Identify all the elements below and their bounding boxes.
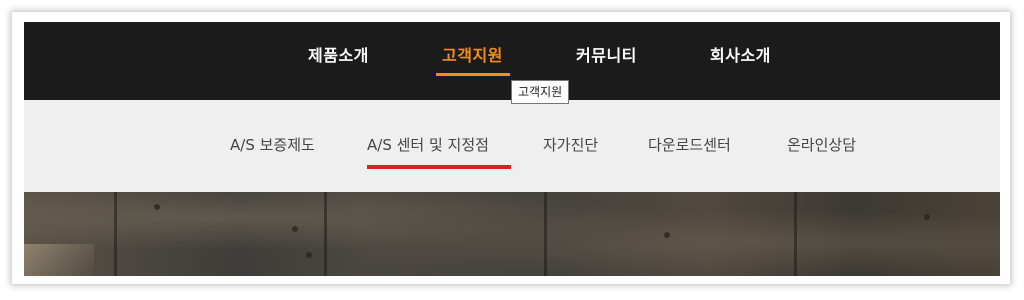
wall-tie-hole	[306, 252, 312, 258]
nav-tooltip: 고객지원	[511, 80, 570, 104]
nav-item-company[interactable]: 회사소개	[710, 42, 771, 66]
subnav-item-as-center[interactable]: A/S 센터 및 지정점	[367, 134, 489, 155]
nav-item-community[interactable]: 커뮤니티	[576, 42, 637, 66]
active-nav-indicator	[436, 73, 510, 76]
hero-banner-image	[24, 192, 1000, 276]
wall-seam	[794, 192, 797, 276]
active-subnav-indicator	[367, 165, 511, 169]
wall-seam	[324, 192, 327, 276]
subnav-item-download-center[interactable]: 다운로드센터	[648, 134, 731, 155]
subnav-item-as-warranty[interactable]: A/S 보증제도	[230, 134, 315, 155]
site-header: 제품소개 고객지원 커뮤니티 회사소개 고객지원 A/S 보증제도 A/S 센터…	[24, 22, 1000, 276]
wall-tie-hole	[924, 214, 930, 220]
hero-light-patch	[24, 244, 94, 276]
sub-navigation: A/S 보증제도 A/S 센터 및 지정점 자가진단 다운로드센터 온라인상담	[24, 100, 1000, 192]
subnav-item-online-consult[interactable]: 온라인상담	[787, 134, 856, 155]
wall-seam	[114, 192, 117, 276]
screenshot-frame: 제품소개 고객지원 커뮤니티 회사소개 고객지원 A/S 보증제도 A/S 센터…	[12, 12, 1010, 284]
subnav-item-self-diagnosis[interactable]: 자가진단	[543, 134, 598, 155]
main-navigation: 제품소개 고객지원 커뮤니티 회사소개 고객지원	[24, 22, 1000, 104]
wall-seam	[544, 192, 547, 276]
nav-item-customer-support[interactable]: 고객지원	[442, 42, 503, 66]
wall-tie-hole	[664, 232, 670, 238]
wall-tie-hole	[154, 204, 160, 210]
nav-item-products[interactable]: 제품소개	[308, 42, 369, 66]
wall-tie-hole	[292, 226, 298, 232]
